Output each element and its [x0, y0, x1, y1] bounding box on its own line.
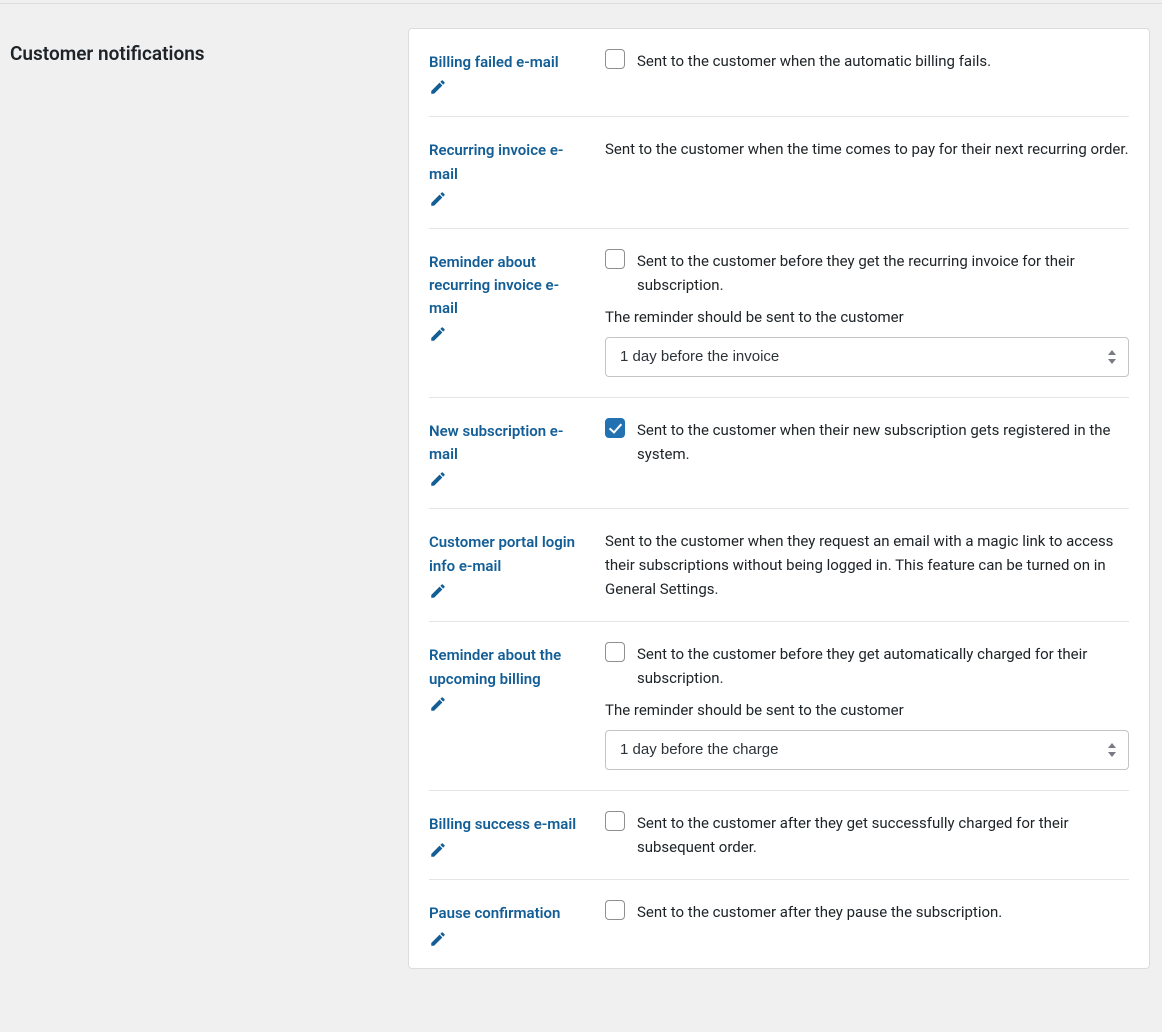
- desc-reminder-upcoming-billing: Sent to the customer before they get aut…: [637, 642, 1129, 690]
- label-col: Billing success e-mail: [429, 811, 587, 858]
- select-reminder-upcoming-billing[interactable]: 1 day before the charge: [605, 730, 1129, 770]
- pencil-icon[interactable]: [429, 190, 447, 208]
- row-recurring-invoice: Recurring invoice e-mail Sent to the cus…: [429, 117, 1129, 229]
- label-col: Billing failed e-mail: [429, 49, 587, 96]
- content-col: Sent to the customer when they request a…: [605, 529, 1129, 601]
- desc-pause-confirmation: Sent to the customer after they pause th…: [637, 900, 1002, 924]
- pencil-icon[interactable]: [429, 930, 447, 948]
- checkbox-reminder-upcoming-billing[interactable]: [605, 642, 625, 662]
- row-reminder-recurring-invoice: Reminder about recurring invoice e-mail …: [429, 229, 1129, 398]
- section-title-col: Customer notifications: [0, 4, 408, 65]
- link-pause-confirmation[interactable]: Pause confirmation: [429, 904, 560, 922]
- label-col: New subscription e-mail: [429, 418, 587, 489]
- link-recurring-invoice[interactable]: Recurring invoice e-mail: [429, 141, 563, 182]
- row-customer-portal-login: Customer portal login info e-mail Sent t…: [429, 509, 1129, 622]
- desc-recurring-invoice: Sent to the customer when the time comes…: [605, 137, 1129, 161]
- checkbox-pause-confirmation[interactable]: [605, 900, 625, 920]
- pencil-icon[interactable]: [429, 841, 447, 859]
- label-col: Recurring invoice e-mail: [429, 137, 587, 208]
- content-col: Sent to the customer when the time comes…: [605, 137, 1129, 161]
- subnote-reminder-upcoming-billing: The reminder should be sent to the custo…: [605, 698, 1129, 722]
- link-billing-success[interactable]: Billing success e-mail: [429, 815, 576, 833]
- link-billing-failed[interactable]: Billing failed e-mail: [429, 53, 559, 71]
- label-col: Reminder about the upcoming billing: [429, 642, 587, 713]
- pencil-icon[interactable]: [429, 695, 447, 713]
- desc-billing-failed: Sent to the customer when the automatic …: [637, 49, 991, 73]
- notifications-card: Billing failed e-mail Sent to the custom…: [408, 28, 1150, 969]
- link-customer-portal-login[interactable]: Customer portal login info e-mail: [429, 533, 575, 574]
- desc-new-subscription: Sent to the customer when their new subs…: [637, 418, 1129, 466]
- label-col: Reminder about recurring invoice e-mail: [429, 249, 587, 343]
- label-col: Pause confirmation: [429, 900, 587, 947]
- content-col: Sent to the customer when the automatic …: [605, 49, 1129, 73]
- customer-notifications-section: Customer notifications Billing failed e-…: [0, 4, 1162, 969]
- select-reminder-recurring-invoice[interactable]: 1 day before the invoice: [605, 337, 1129, 377]
- pencil-icon[interactable]: [429, 582, 447, 600]
- content-col: Sent to the customer after they get succ…: [605, 811, 1129, 859]
- link-reminder-recurring-invoice[interactable]: Reminder about recurring invoice e-mail: [429, 253, 559, 318]
- subnote-reminder-recurring-invoice: The reminder should be sent to the custo…: [605, 305, 1129, 329]
- link-new-subscription[interactable]: New subscription e-mail: [429, 422, 563, 463]
- checkbox-billing-success[interactable]: [605, 811, 625, 831]
- row-billing-failed: Billing failed e-mail Sent to the custom…: [429, 29, 1129, 117]
- row-pause-confirmation: Pause confirmation Sent to the customer …: [429, 880, 1129, 967]
- content-col: Sent to the customer before they get aut…: [605, 642, 1129, 770]
- desc-reminder-recurring-invoice: Sent to the customer before they get the…: [637, 249, 1129, 297]
- checkbox-new-subscription[interactable]: [605, 418, 625, 438]
- content-col: Sent to the customer after they pause th…: [605, 900, 1129, 924]
- pencil-icon[interactable]: [429, 325, 447, 343]
- content-col: Sent to the customer before they get the…: [605, 249, 1129, 377]
- link-reminder-upcoming-billing[interactable]: Reminder about the upcoming billing: [429, 646, 561, 687]
- checkbox-reminder-recurring-invoice[interactable]: [605, 249, 625, 269]
- pencil-icon[interactable]: [429, 470, 447, 488]
- select-wrap: 1 day before the charge: [605, 730, 1129, 770]
- desc-customer-portal-login: Sent to the customer when they request a…: [605, 529, 1129, 601]
- content-col: Sent to the customer when their new subs…: [605, 418, 1129, 466]
- row-billing-success: Billing success e-mail Sent to the custo…: [429, 791, 1129, 880]
- desc-billing-success: Sent to the customer after they get succ…: [637, 811, 1129, 859]
- row-new-subscription: New subscription e-mail Sent to the cust…: [429, 398, 1129, 510]
- section-title: Customer notifications: [10, 42, 398, 65]
- row-reminder-upcoming-billing: Reminder about the upcoming billing Sent…: [429, 622, 1129, 791]
- select-wrap: 1 day before the invoice: [605, 337, 1129, 377]
- checkbox-billing-failed[interactable]: [605, 49, 625, 69]
- label-col: Customer portal login info e-mail: [429, 529, 587, 600]
- pencil-icon[interactable]: [429, 78, 447, 96]
